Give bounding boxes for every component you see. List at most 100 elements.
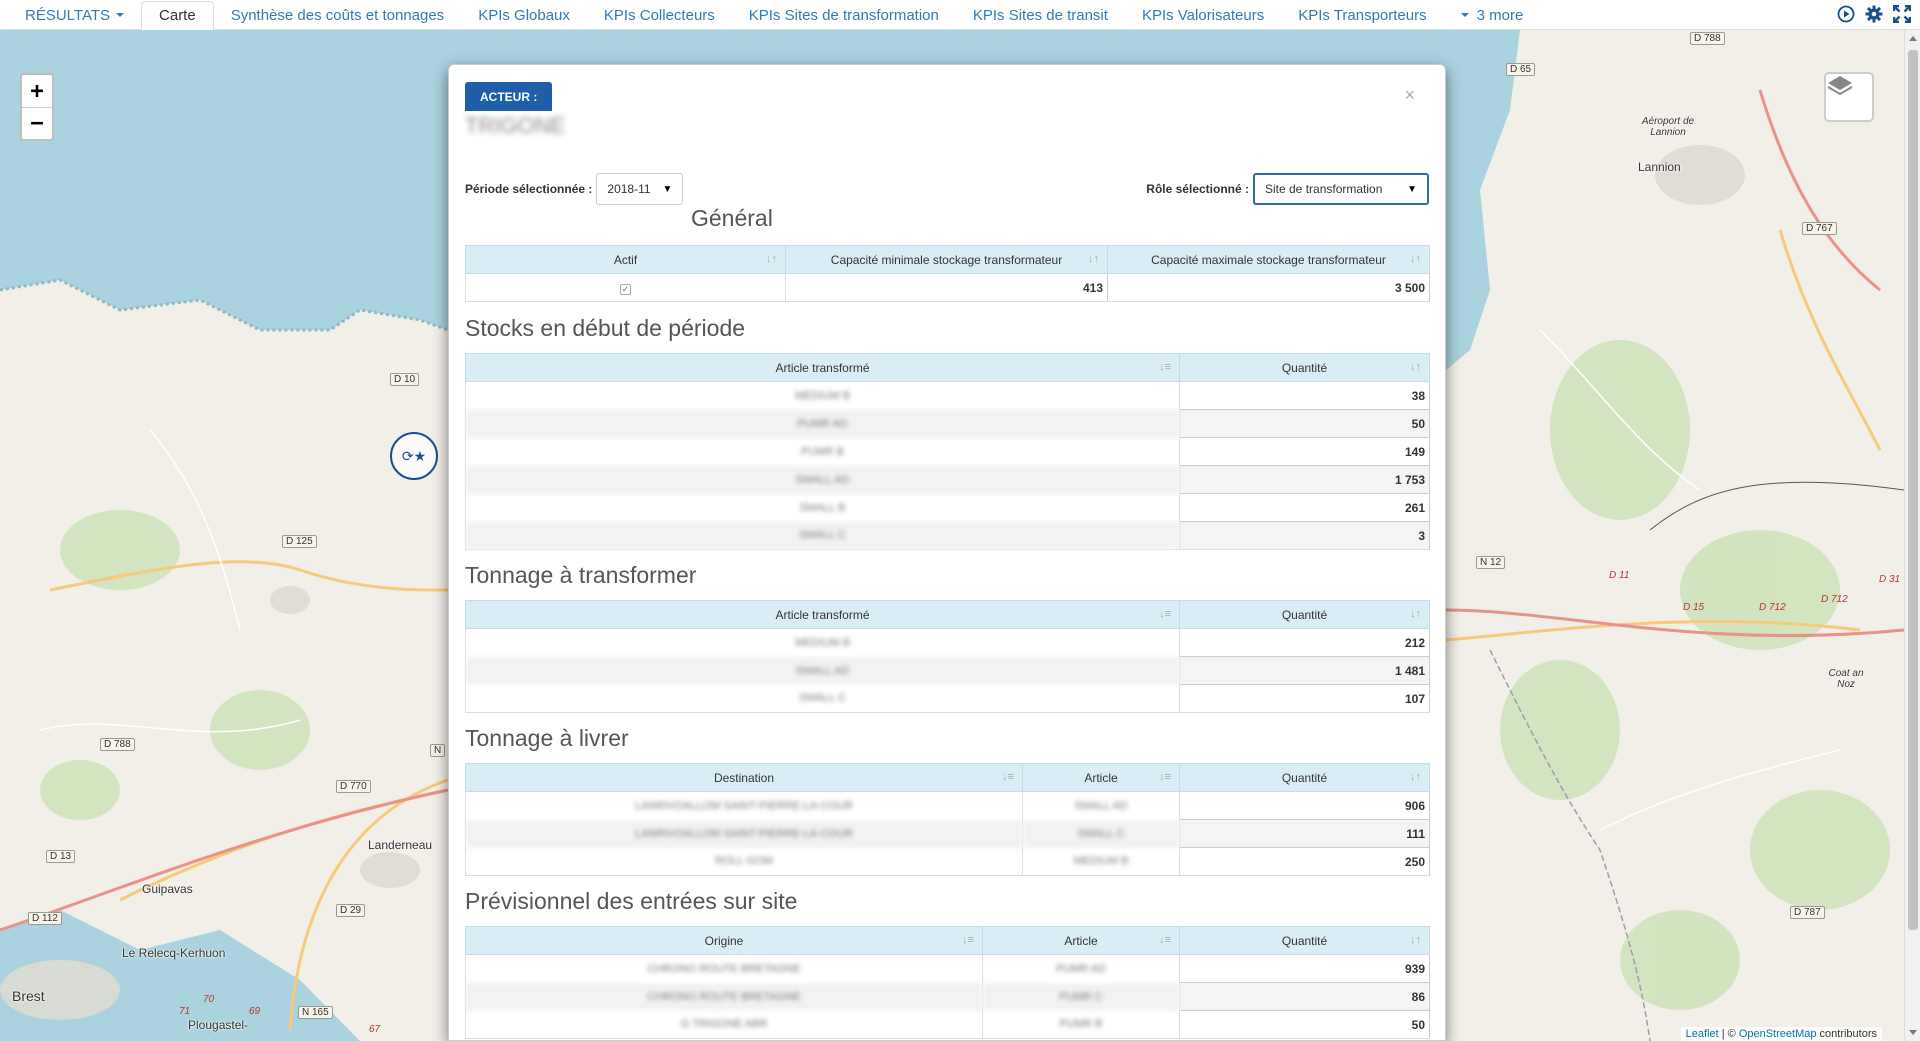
sort-icon: ↓↑ — [1410, 361, 1421, 373]
table-cell: PUMR C — [982, 982, 1180, 1011]
road-label: D 11 — [1609, 570, 1630, 581]
column-header[interactable]: Quantité ↓↑ — [1179, 600, 1430, 629]
tab-kpis-transporteurs[interactable]: KPIs Transporteurs — [1281, 1, 1443, 29]
role-select[interactable]: Site de transformation ▼ — [1253, 173, 1429, 205]
road-label: D 15 — [1683, 602, 1705, 613]
fullscreen-icon[interactable] — [1892, 4, 1912, 24]
scroll-down-arrow[interactable] — [1909, 1030, 1917, 1035]
table-cell: 250 — [1179, 847, 1430, 876]
period-select[interactable]: 2018-11 ▼ — [596, 173, 684, 205]
column-header[interactable]: Quantité ↓↑ — [1179, 353, 1430, 382]
table-cell: PUMR B — [465, 437, 1180, 466]
table-cell: ✓ — [465, 273, 786, 302]
table-cell: SMALL C — [1022, 819, 1180, 848]
column-header[interactable]: Origine ↓≡ — [465, 926, 983, 955]
column-header[interactable]: Article transformé ↓≡ — [465, 353, 1180, 382]
play-circle-icon[interactable] — [1836, 4, 1856, 24]
column-header[interactable]: Destination ↓≡ — [465, 763, 1023, 792]
table-row: PUMR B 149 — [465, 437, 1430, 466]
scroll-up-arrow[interactable] — [1909, 36, 1917, 41]
column-header[interactable]: Capacité maximale stockage transformateu… — [1107, 245, 1430, 274]
column-header[interactable]: Article ↓≡ — [1022, 763, 1180, 792]
layers-button[interactable] — [1824, 72, 1874, 122]
table-row: CHRONO ROUTE BRETAGNE PUMR AD 939 — [465, 954, 1430, 983]
table-cell: 906 — [1179, 791, 1430, 820]
stocks-table: Article transformé ↓≡ Quantité ↓↑ MEDIUM B… — [465, 353, 1430, 550]
map-label-brest: Brest — [12, 988, 45, 1004]
table-cell: CHRONO ROUTE BRETAGNE — [465, 954, 983, 983]
map-label-aeroport: Aéroport de Lannion — [1641, 116, 1695, 138]
table-cell: 38 — [1179, 381, 1430, 410]
leaflet-link[interactable]: Leaflet — [1686, 1028, 1719, 1040]
tab-kpis-collecteurs[interactable]: KPIs Collecteurs — [587, 1, 732, 29]
zoom-out-button[interactable]: − — [22, 107, 52, 139]
road-label: D 13 — [46, 850, 76, 863]
section-title-previsionnel: Prévisionnel des entrées sur site — [465, 888, 798, 914]
road-label: D 788 — [1690, 32, 1725, 45]
site-marker[interactable]: ⟳★ — [390, 432, 438, 480]
tab-kpis-sites-transit[interactable]: KPIs Sites de transit — [956, 1, 1125, 29]
more-tabs-dropdown[interactable]: 3 more — [1444, 1, 1541, 29]
tab-kpis-sites-transformation[interactable]: KPIs Sites de transformation — [732, 1, 956, 29]
column-header[interactable]: Article ↓≡ — [982, 926, 1180, 955]
road-label: N 12 — [1476, 556, 1506, 569]
road-label: D 112 — [28, 912, 62, 925]
table-row: SMALL AD 1 753 — [465, 465, 1430, 494]
chevron-down-icon: ▼ — [1407, 183, 1417, 195]
tab-synthese[interactable]: Synthèse des coûts et tonnages — [214, 1, 461, 29]
map-label-relecq: Le Relecq-Kerhuon — [122, 946, 226, 960]
tab-kpis-valorisateurs[interactable]: KPIs Valorisateurs — [1125, 1, 1281, 29]
header-label: Article — [1084, 770, 1118, 785]
resultats-dropdown[interactable]: RÉSULTATS — [0, 1, 141, 29]
page-scrollbar[interactable] — [1904, 30, 1920, 1041]
osm-link[interactable]: OpenStreetMap — [1739, 1028, 1817, 1040]
sort-icon: ↓≡ — [1159, 608, 1171, 620]
gear-icon[interactable] — [1864, 4, 1884, 24]
period-value: 2018-11 — [607, 182, 651, 196]
column-header[interactable]: Quantité ↓↑ — [1179, 926, 1430, 955]
table-cell: SMALL C — [465, 521, 1180, 550]
table-cell: 3 500 — [1107, 273, 1430, 302]
table-row: PUMR AD 50 — [465, 409, 1430, 438]
table-row: LANRIVOALLOM SAINT-PIERRE-LA-COUR SMALL C… — [465, 819, 1430, 848]
tab-label: KPIs Sites de transformation — [748, 6, 939, 24]
table-cell: 1 753 — [1179, 465, 1430, 494]
scrollbar-thumb[interactable] — [1908, 50, 1918, 930]
section-title-general: Général — [691, 205, 773, 231]
zoom-in-button[interactable]: + — [22, 75, 52, 107]
column-header[interactable]: Quantité ↓↑ — [1179, 763, 1430, 792]
table-row: G TRIGONE ABR PUMR B 50 — [465, 1010, 1430, 1039]
caret-down-icon — [116, 13, 125, 17]
table-cell: 3 — [1179, 521, 1430, 550]
sort-icon: ↓≡ — [1002, 771, 1014, 783]
map-label-lannion: Lannion — [1638, 160, 1681, 174]
table-row: SMALL AD 1 481 — [465, 656, 1430, 685]
column-header[interactable]: Article transformé ↓≡ — [465, 600, 1180, 629]
header-label: Quantité — [1281, 933, 1328, 948]
map-label-landerneau: Landerneau — [368, 838, 433, 852]
close-button[interactable]: × — [1404, 85, 1415, 106]
tab-label: KPIs Collecteurs — [603, 6, 715, 24]
header-label: Destination — [713, 770, 775, 785]
table-row: SMALL C 107 — [465, 684, 1430, 713]
zoom-control: + − — [20, 73, 54, 141]
table-cell: LANRIVOALLOM SAINT-PIERRE-LA-COUR — [465, 819, 1023, 848]
caret-down-icon — [1460, 13, 1469, 17]
table-cell: SMALL AD — [465, 465, 1180, 494]
table-cell: MEDIUM B — [465, 628, 1180, 657]
recycle-icon: ⟳★ — [401, 447, 427, 464]
header-label: Article transformé — [775, 607, 870, 622]
tab-label: KPIs Valorisateurs — [1141, 6, 1265, 24]
header-label: Quantité — [1281, 607, 1328, 622]
column-header[interactable]: Actif ↓↑ — [465, 245, 786, 274]
table-cell: SMALL C — [465, 684, 1180, 713]
road-label: D 125 — [282, 535, 317, 548]
table-cell: 107 — [1179, 684, 1430, 713]
tab-kpis-globaux[interactable]: KPIs Globaux — [461, 1, 587, 29]
tab-carte[interactable]: Carte — [141, 1, 214, 30]
table-cell: PUMR AD — [465, 409, 1180, 438]
column-header[interactable]: Capacité minimale stockage transformateu… — [785, 245, 1108, 274]
section-title-stocks: Stocks en début de période — [465, 315, 746, 341]
road-label: 71 — [179, 1006, 191, 1017]
top-navigation: RÉSULTATS Carte Synthèse des coûts et to… — [0, 0, 1920, 30]
